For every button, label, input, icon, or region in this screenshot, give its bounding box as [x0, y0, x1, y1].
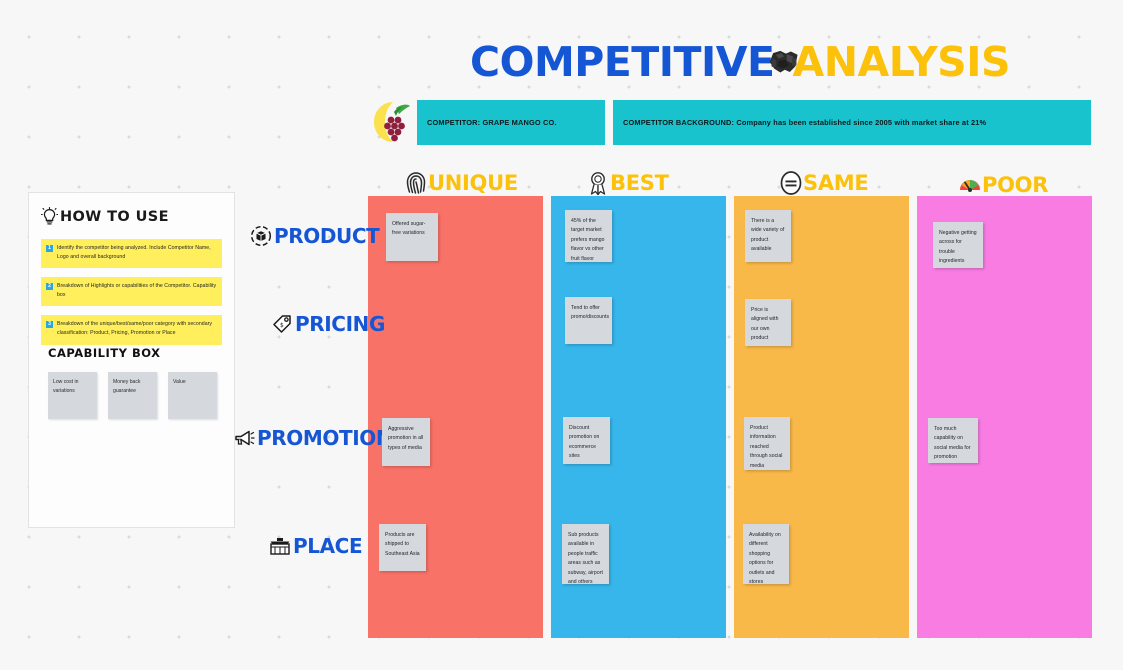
sticky-note[interactable]: Tend to offer promo/discounts — [565, 297, 612, 344]
sticky-note[interactable]: Discount promotion on ecommerce sites — [563, 417, 610, 464]
sticky-note[interactable]: 45% of the target market prefers mango f… — [565, 210, 612, 262]
sticky-note[interactable]: Sub products available in people traffic… — [562, 524, 609, 584]
sticky-note[interactable]: Availability on different shopping optio… — [743, 524, 789, 584]
sticky-note[interactable]: Offered sugar-free variations — [386, 213, 438, 261]
sticky-note[interactable]: Aggressive promotion in all types of med… — [382, 418, 430, 466]
sticky-note[interactable]: There is a wide variety of product avail… — [745, 210, 791, 262]
sticky-note[interactable]: Too much capability on social media for … — [928, 418, 978, 463]
sticky-note-layer: Offered sugar-free variations Aggressive… — [0, 0, 1123, 670]
sticky-note[interactable]: Price is aligned with our own product — [745, 299, 791, 346]
sticky-note[interactable]: Negative getting across for trouble ingr… — [933, 222, 983, 268]
sticky-note[interactable]: Products are shipped to Southeast Asia — [379, 524, 426, 571]
handshake-icon — [770, 50, 799, 73]
sticky-note[interactable]: Product information reached through soci… — [744, 417, 790, 470]
